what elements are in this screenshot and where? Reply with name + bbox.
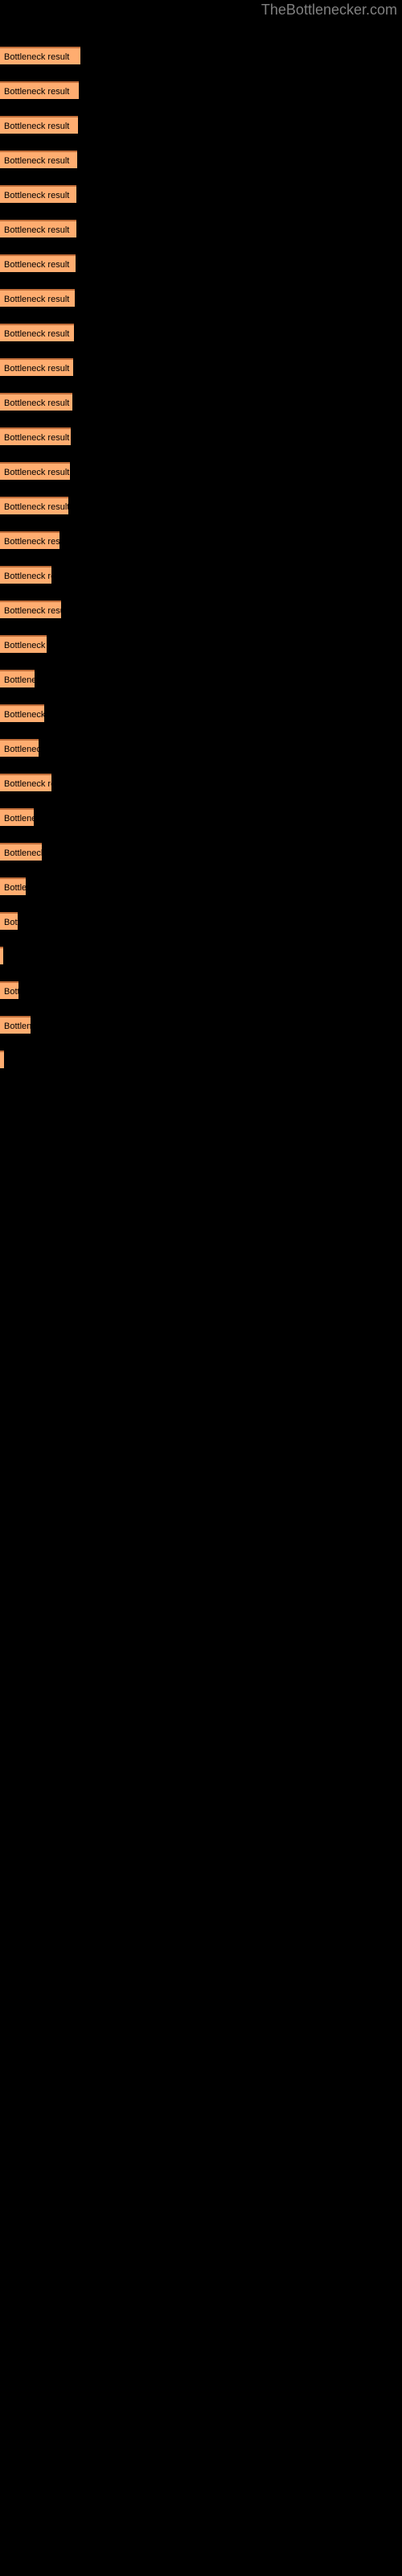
bar-label: Bottleneck result (4, 87, 70, 97)
bar-rect: Bottleneck result (0, 981, 18, 999)
bar-label: Bottleneck result (4, 572, 51, 581)
bar-rect: Bottleneck result (0, 635, 47, 653)
bar-label: Bottleneck result (4, 918, 18, 927)
bar-rect: Bottleneck result (0, 566, 51, 584)
bar-label: Bottleneck result (4, 1022, 31, 1031)
bar-rect: Bottleneck result (0, 1016, 31, 1034)
bar-rect: Bottleneck result (0, 81, 79, 99)
bar-label: Bottleneck result (4, 295, 70, 304)
bar-rect: Bottleneck result (0, 601, 61, 618)
bar-label: Bottleneck result (4, 329, 70, 339)
bar-rect: Bottleneck result (0, 947, 3, 964)
bar-rect: Bottleneck result (0, 324, 74, 341)
bar-rect: Bottleneck result (0, 531, 59, 549)
bar-rect: Bottleneck result (0, 497, 68, 514)
bar-rect: Bottleneck result (0, 670, 35, 687)
bar-rect: Bottleneck result (0, 220, 76, 237)
bar-label: Bottleneck result (4, 814, 34, 824)
bar-label: Bottleneck result (4, 883, 26, 893)
bar-label: Bottleneck result (4, 260, 70, 270)
bar-rect: Bottleneck result (0, 185, 76, 203)
bar-list: Bottleneck result Bottleneck result Bottle… (0, 0, 402, 2576)
bar-label: Bottleneck result (4, 364, 70, 374)
bar-rect: Bottleneck result (0, 393, 72, 411)
bar-rect: Bottleneck result (0, 427, 71, 445)
bar-rect: Bottleneck result (0, 151, 77, 168)
bar-rect: Bottleneck result (0, 808, 34, 826)
bar-label: Bottleneck result (4, 641, 47, 650)
bar-label: Bottleneck result (4, 606, 61, 616)
bar-rect: Bottleneck result (0, 704, 44, 722)
bar-label: Bottleneck result (4, 156, 70, 166)
bar-rect: Bottleneck result (0, 877, 26, 895)
bar-rect: Bottleneck result (0, 47, 80, 64)
bar-label: Bottleneck result (4, 745, 39, 754)
bar-rect: Bottleneck result (0, 462, 70, 480)
bar-label: Bottleneck result (4, 225, 70, 235)
bottleneck-chart: TheBottlenecker.com Bottleneck result Bot… (0, 0, 402, 2576)
bar-label: Bottleneck result (4, 502, 68, 512)
bar-rect: Bottleneck result (0, 358, 73, 376)
bar-label: Bottleneck result (4, 52, 70, 62)
bar-label: Bottleneck result (4, 779, 51, 789)
bar-label: Bottleneck result (4, 848, 42, 858)
bar-rect: Bottleneck result (0, 774, 51, 791)
bar-label: Bottleneck result (4, 398, 70, 408)
bar-rect: Bottleneck result (0, 739, 39, 757)
bar-rect: Bottleneck result (0, 254, 76, 272)
bar-label: Bottleneck result (4, 710, 44, 720)
bar-label: Bottleneck result (4, 537, 59, 547)
bar-label: Bottleneck result (4, 468, 70, 477)
bar-rect: Bottleneck result (0, 1051, 4, 1068)
bar-label: Bottleneck result (4, 122, 70, 131)
bar-rect: Bottleneck result (0, 843, 42, 861)
bar-label: Bottleneck result (4, 987, 18, 997)
bar-label: Bottleneck result (4, 433, 70, 443)
bar-rect: Bottleneck result (0, 116, 78, 134)
bar-label: Bottleneck result (4, 675, 35, 685)
bar-rect: Bottleneck result (0, 912, 18, 930)
bar-label: Bottleneck result (4, 191, 70, 200)
bar-rect: Bottleneck result (0, 289, 75, 307)
